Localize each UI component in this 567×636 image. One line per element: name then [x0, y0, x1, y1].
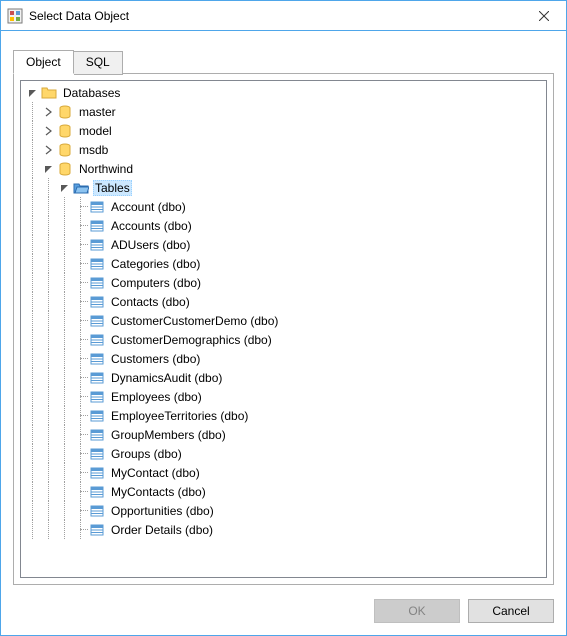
tree-node-table[interactable]: MyContacts (dbo) [21, 482, 546, 501]
table-icon [89, 237, 105, 253]
database-icon [57, 161, 73, 177]
ok-button-label: OK [408, 604, 425, 618]
tree-label: msdb [77, 142, 110, 158]
folder-open-icon [73, 180, 89, 196]
tree-node-table[interactable]: Accounts (dbo) [21, 216, 546, 235]
database-icon [57, 123, 73, 139]
tree-label: MyContacts (dbo) [109, 484, 208, 500]
table-icon [89, 313, 105, 329]
table-icon [89, 351, 105, 367]
tree-node-msdb[interactable]: msdb [21, 140, 546, 159]
tree-node-table[interactable]: Opportunities (dbo) [21, 501, 546, 520]
table-icon [89, 503, 105, 519]
table-icon [89, 370, 105, 386]
tree-label: Employees (dbo) [109, 389, 204, 405]
tab-object-label: Object [26, 55, 61, 69]
tree-label: ADUsers (dbo) [109, 237, 192, 253]
chevron-down-icon[interactable] [41, 161, 57, 177]
table-icon [89, 522, 105, 538]
tree-label: model [77, 123, 114, 139]
table-icon [89, 199, 105, 215]
table-icon [89, 294, 105, 310]
content-area: Object SQL Databases [1, 31, 566, 635]
tree-label: Groups (dbo) [109, 446, 184, 462]
database-icon [57, 104, 73, 120]
folder-icon [41, 85, 57, 101]
tree-node-databases[interactable]: Databases [21, 83, 546, 102]
tree-label: CustomerDemographics (dbo) [109, 332, 274, 348]
tree-label: MyContact (dbo) [109, 465, 202, 481]
tab-sql[interactable]: SQL [74, 51, 123, 75]
chevron-down-icon[interactable] [25, 85, 41, 101]
tree-node-table[interactable]: GroupMembers (dbo) [21, 425, 546, 444]
table-icon [89, 427, 105, 443]
tree-label: Customers (dbo) [109, 351, 202, 367]
tab-sql-label: SQL [86, 55, 110, 69]
tree-label: Northwind [77, 161, 135, 177]
tree-node-table[interactable]: Computers (dbo) [21, 273, 546, 292]
tree-label: Opportunities (dbo) [109, 503, 216, 519]
tree-node-table[interactable]: DynamicsAudit (dbo) [21, 368, 546, 387]
table-icon [89, 408, 105, 424]
tree-node-table[interactable]: CustomerCustomerDemo (dbo) [21, 311, 546, 330]
table-icon [89, 389, 105, 405]
close-icon [539, 11, 549, 21]
tree-node-table[interactable]: Groups (dbo) [21, 444, 546, 463]
table-icon [89, 332, 105, 348]
close-button[interactable] [521, 1, 566, 30]
database-icon [57, 142, 73, 158]
tree-node-table[interactable]: Categories (dbo) [21, 254, 546, 273]
tree-label: GroupMembers (dbo) [109, 427, 228, 443]
tree-label: Categories (dbo) [109, 256, 202, 272]
tree-label: Contacts (dbo) [109, 294, 192, 310]
tree-label: Tables [93, 180, 132, 196]
tab-strip: Object SQL [13, 50, 554, 74]
window-title: Select Data Object [29, 9, 521, 23]
tree-node-northwind[interactable]: Northwind [21, 159, 546, 178]
chevron-right-icon[interactable] [41, 123, 57, 139]
tree-label: master [77, 104, 118, 120]
tree-node-table[interactable]: CustomerDemographics (dbo) [21, 330, 546, 349]
tree-node-table[interactable]: Employees (dbo) [21, 387, 546, 406]
tree-node-tables[interactable]: Tables [21, 178, 546, 197]
tree-node-table[interactable]: MyContact (dbo) [21, 463, 546, 482]
tree-label: Databases [61, 85, 122, 101]
tree-node-table[interactable]: Customers (dbo) [21, 349, 546, 368]
app-icon [7, 8, 23, 24]
tree-label: Account (dbo) [109, 199, 188, 215]
tree-node-table[interactable]: ADUsers (dbo) [21, 235, 546, 254]
tree-node-table[interactable]: EmployeeTerritories (dbo) [21, 406, 546, 425]
table-icon [89, 275, 105, 291]
dialog-buttons: OK Cancel [13, 585, 554, 623]
titlebar: Select Data Object [1, 1, 566, 31]
tree-label: CustomerCustomerDemo (dbo) [109, 313, 280, 329]
chevron-right-icon[interactable] [41, 142, 57, 158]
tree-label: Order Details (dbo) [109, 522, 215, 538]
tree-node-table[interactable]: Order Details (dbo) [21, 520, 546, 539]
tree-view[interactable]: Databases master [20, 80, 547, 578]
ok-button[interactable]: OK [374, 599, 460, 623]
tree-label: Accounts (dbo) [109, 218, 194, 234]
table-icon [89, 218, 105, 234]
tree-node-table[interactable]: Account (dbo) [21, 197, 546, 216]
chevron-down-icon[interactable] [57, 180, 73, 196]
tab-panel: Databases master [13, 73, 554, 585]
tree-label: EmployeeTerritories (dbo) [109, 408, 250, 424]
tree-node-table[interactable]: Contacts (dbo) [21, 292, 546, 311]
table-icon [89, 446, 105, 462]
tree-label: DynamicsAudit (dbo) [109, 370, 224, 386]
tab-object[interactable]: Object [13, 50, 74, 74]
tree-node-model[interactable]: model [21, 121, 546, 140]
tree-node-master[interactable]: master [21, 102, 546, 121]
chevron-right-icon[interactable] [41, 104, 57, 120]
table-icon [89, 256, 105, 272]
tree-label: Computers (dbo) [109, 275, 203, 291]
table-icon [89, 484, 105, 500]
table-icon [89, 465, 105, 481]
cancel-button-label: Cancel [492, 604, 529, 618]
cancel-button[interactable]: Cancel [468, 599, 554, 623]
